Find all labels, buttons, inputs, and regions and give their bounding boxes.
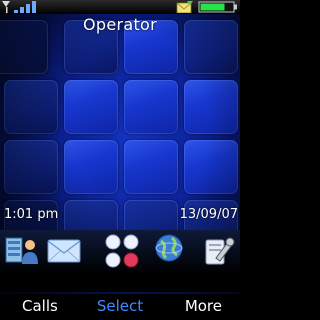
signal-strength-icon bbox=[2, 1, 36, 13]
clock-time: 1:01 pm bbox=[4, 207, 59, 222]
operator-name: Operator bbox=[82, 15, 158, 34]
shortcut-bar bbox=[0, 230, 240, 292]
contacts-icon bbox=[5, 237, 38, 264]
softkey-bar: Calls Select More bbox=[0, 294, 240, 320]
battery-icon bbox=[198, 1, 237, 13]
wrench-icon bbox=[205, 237, 235, 265]
envelope-icon bbox=[47, 239, 81, 263]
internet-shortcut[interactable] bbox=[152, 232, 188, 284]
message-envelope-icon bbox=[176, 1, 193, 13]
globe-icon bbox=[155, 234, 183, 262]
clock-date: 13/09/07 bbox=[179, 207, 238, 222]
contacts-shortcut[interactable] bbox=[4, 232, 40, 284]
more-softkey[interactable]: More bbox=[185, 297, 222, 315]
menu-shortcut[interactable] bbox=[102, 232, 139, 284]
four-dots-icon bbox=[105, 234, 139, 268]
settings-shortcut[interactable] bbox=[200, 232, 236, 284]
messaging-shortcut[interactable] bbox=[46, 232, 82, 284]
status-bar bbox=[0, 0, 240, 14]
phone-standby-screen: Operator 1:01 pm 13/09/07 Calls Select M… bbox=[0, 0, 240, 320]
